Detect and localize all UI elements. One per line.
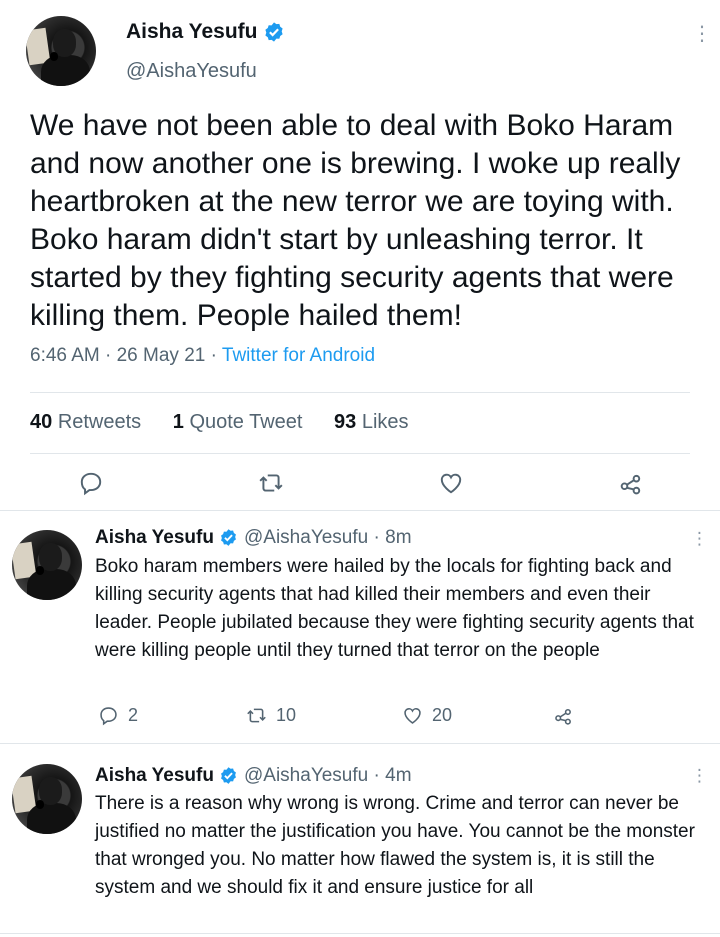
retweets-label: Retweets xyxy=(57,411,142,433)
reply-button[interactable]: 2 xyxy=(98,705,138,726)
like-count: 20 xyxy=(432,705,453,725)
author-name-text: Aisha Yesufu xyxy=(126,20,258,43)
reply-author-name-text: Aisha Yesufu xyxy=(95,527,214,548)
tweet-source-link[interactable]: Twitter for Android xyxy=(222,345,375,366)
retweet-count: 10 xyxy=(276,705,297,725)
reply-author-name-text: Aisha Yesufu xyxy=(95,765,214,786)
reply-author-name[interactable]: Aisha Yesufu xyxy=(95,765,238,787)
reply-icon xyxy=(80,472,102,496)
quote-tweets-stat[interactable]: 1 Quote Tweet xyxy=(173,411,303,433)
retweets-count: 40 xyxy=(30,411,53,433)
divider xyxy=(30,392,690,393)
reply-button[interactable] xyxy=(78,470,104,496)
reply-author-avatar[interactable] xyxy=(12,764,82,834)
likes-stat[interactable]: 93 Likes xyxy=(334,411,409,433)
reply-age: 8m xyxy=(385,527,412,548)
verified-badge-icon xyxy=(221,529,237,547)
quotes-label: Quote Tweet xyxy=(189,411,303,433)
author-avatar[interactable] xyxy=(26,16,96,86)
meta-separator: · xyxy=(205,345,222,366)
more-options-icon[interactable]: ⋮ xyxy=(691,767,708,784)
more-options-icon[interactable]: ⋮ xyxy=(692,24,712,44)
divider xyxy=(0,933,720,934)
retweet-button[interactable]: 10 xyxy=(246,705,296,726)
tweet-date: 26 May 21 xyxy=(116,345,206,366)
tweet-stats: 40 Retweets 1 Quote Tweet 93 Likes xyxy=(30,411,435,434)
reply-icon xyxy=(100,707,117,726)
tweet-meta: 6:46 AM · 26 May 21 · Twitter for Androi… xyxy=(30,345,375,367)
share-icon xyxy=(620,474,641,495)
share-button[interactable] xyxy=(618,470,644,496)
tweet-time: 6:46 AM xyxy=(30,345,100,366)
divider xyxy=(30,453,690,454)
author-name[interactable]: Aisha Yesufu xyxy=(126,20,285,44)
reply-handle-text: @AishaYesufu xyxy=(244,765,369,786)
retweets-stat[interactable]: 40 Retweets xyxy=(30,411,141,433)
reply-author-handle[interactable]: @AishaYesufu · 8m xyxy=(244,527,412,549)
share-icon xyxy=(555,708,571,725)
more-options-icon[interactable]: ⋮ xyxy=(691,530,708,547)
reply-age: 4m xyxy=(385,765,412,786)
likes-label: Likes xyxy=(361,411,409,433)
meta-separator: · xyxy=(368,527,386,548)
reply-text: Boko haram members were hailed by the lo… xyxy=(95,556,694,661)
reply-author-name[interactable]: Aisha Yesufu xyxy=(95,527,238,549)
tweet-text: We have not been able to deal with Boko … xyxy=(30,109,681,332)
reply-count: 2 xyxy=(128,705,139,725)
reply-author-avatar[interactable] xyxy=(12,530,82,600)
meta-separator: · xyxy=(368,765,386,786)
reply-text: There is a reason why wrong is wrong. Cr… xyxy=(95,793,695,898)
retweet-button[interactable] xyxy=(258,470,284,496)
divider xyxy=(0,743,720,744)
quotes-count: 1 xyxy=(172,411,184,433)
likes-count: 93 xyxy=(334,411,357,433)
verified-badge-icon xyxy=(221,767,237,785)
reply-handle-text: @AishaYesufu xyxy=(244,527,369,548)
divider xyxy=(0,510,720,511)
share-button[interactable] xyxy=(553,705,574,726)
retweet-icon xyxy=(247,708,266,723)
reply-author-handle[interactable]: @AishaYesufu · 4m xyxy=(244,765,412,787)
like-button[interactable]: 20 xyxy=(402,705,452,726)
meta-separator: · xyxy=(99,345,117,366)
like-button[interactable] xyxy=(438,470,464,496)
author-handle[interactable]: @AishaYesufu xyxy=(126,60,257,83)
verified-badge-icon xyxy=(265,22,283,43)
like-icon xyxy=(440,473,462,494)
like-icon xyxy=(404,708,421,724)
retweet-icon xyxy=(259,474,283,492)
